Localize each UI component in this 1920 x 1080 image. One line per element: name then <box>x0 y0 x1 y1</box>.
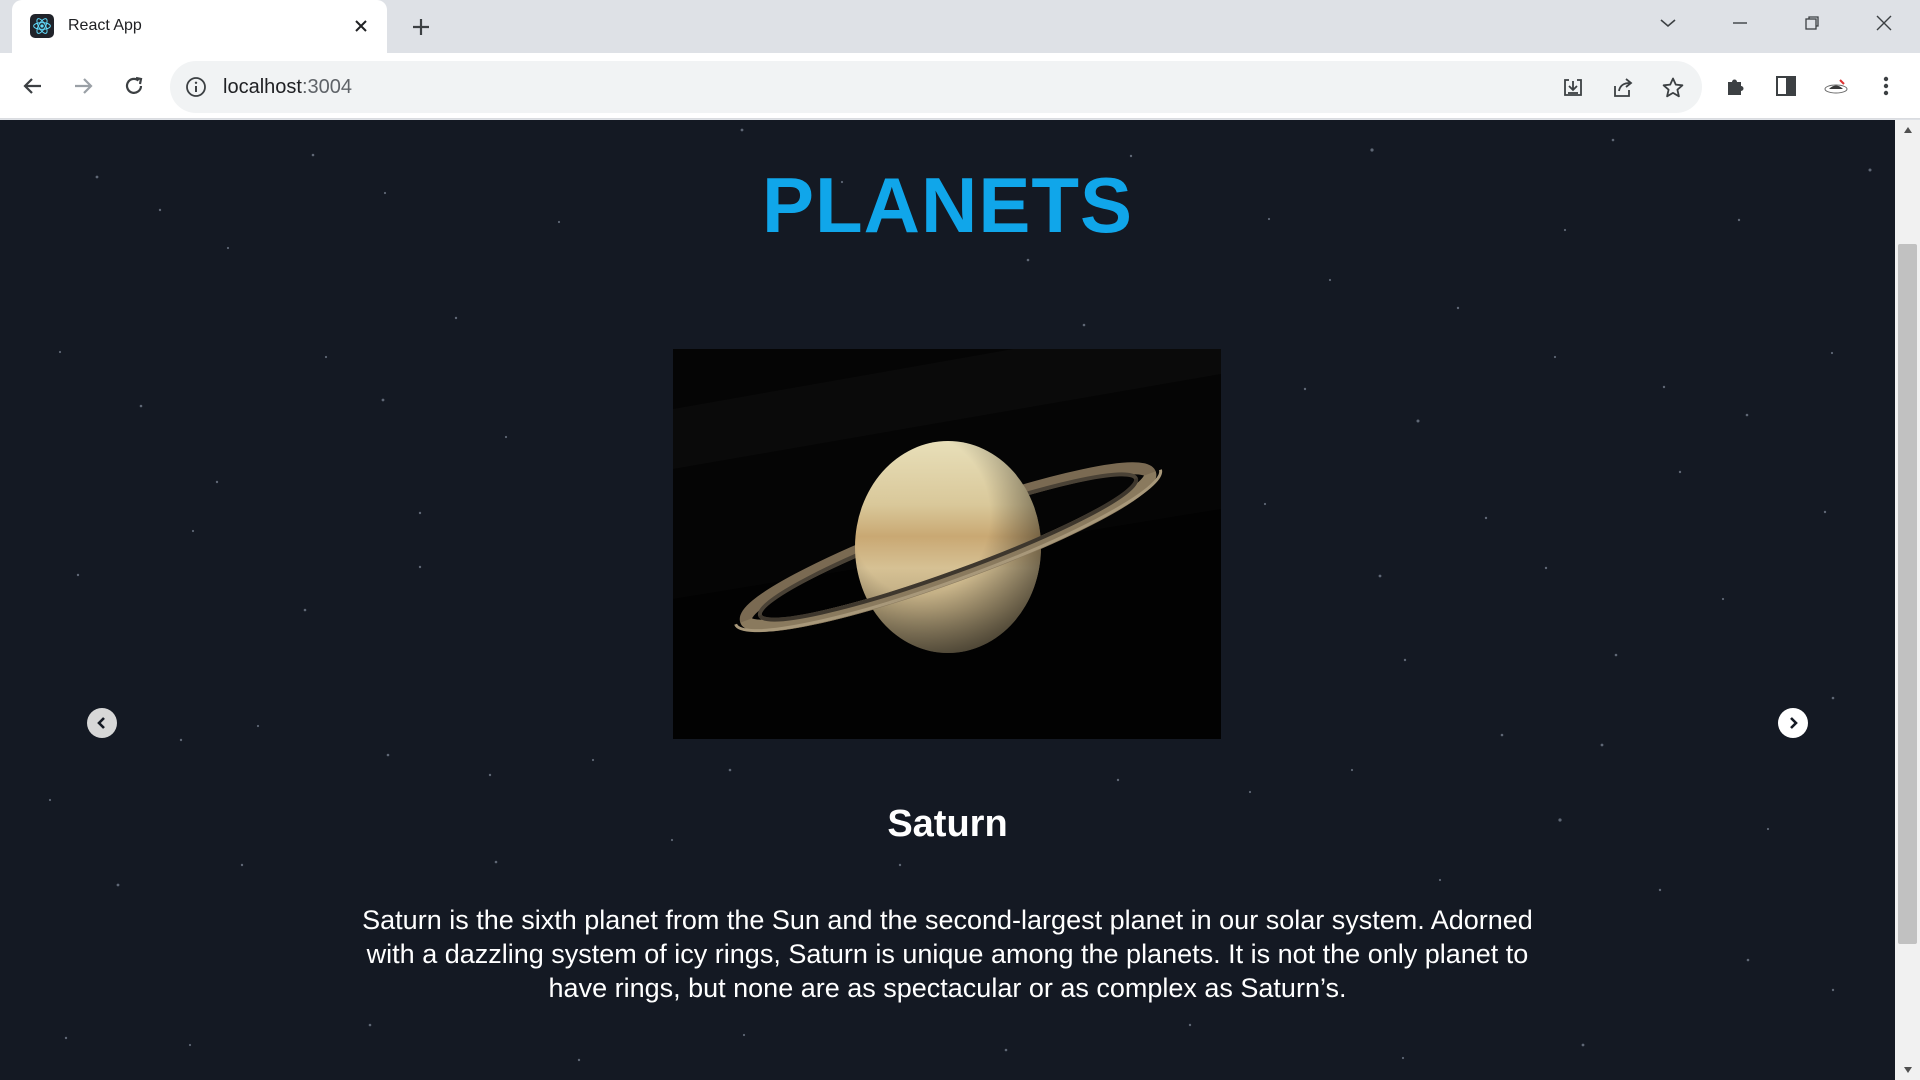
install-icon[interactable] <box>1558 73 1588 103</box>
profile-avatar-icon[interactable] <box>1819 69 1853 103</box>
scrollbar[interactable] <box>1895 120 1920 1080</box>
reload-icon[interactable] <box>115 67 153 105</box>
side-panel-icon[interactable] <box>1769 69 1803 103</box>
plus-icon[interactable] <box>406 12 436 42</box>
info-icon[interactable] <box>184 75 208 99</box>
url-port: :3004 <box>301 76 352 98</box>
url-text[interactable]: localhost:3004 <box>223 76 352 99</box>
address-bar[interactable]: localhost:3004 <box>170 61 1702 113</box>
browser-toolbar: localhost:3004 <box>0 53 1920 119</box>
planet-description: Saturn is the sixth planet from the Sun … <box>362 905 1533 1003</box>
scroll-up-arrow-icon[interactable] <box>1895 120 1920 140</box>
saturn-image <box>673 349 1221 739</box>
scrollbar-thumb[interactable] <box>1898 244 1917 944</box>
page-title: PLANETS <box>761 161 1134 249</box>
planet-name: Saturn <box>887 803 1008 845</box>
arrow-right-icon[interactable] <box>64 67 102 105</box>
tab-strip: React App <box>0 0 1920 53</box>
chevron-down-icon[interactable] <box>1648 8 1688 38</box>
scroll-down-arrow-icon[interactable] <box>1895 1060 1920 1080</box>
react-logo-icon <box>30 14 54 38</box>
share-icon[interactable] <box>1608 73 1638 103</box>
chevron-right-circle-icon[interactable] <box>1778 708 1808 738</box>
minimize-icon[interactable] <box>1720 8 1760 38</box>
close-icon[interactable] <box>1864 8 1904 38</box>
browser-tab[interactable]: React App <box>12 0 387 53</box>
restore-icon[interactable] <box>1792 8 1832 38</box>
arrow-left-icon[interactable] <box>14 67 52 105</box>
extensions-puzzle-icon[interactable] <box>1719 69 1753 103</box>
kebab-menu-icon[interactable] <box>1869 69 1903 103</box>
close-icon[interactable] <box>349 14 373 38</box>
chevron-left-circle-icon[interactable] <box>87 708 117 738</box>
page-viewport: PLANETS Saturn Saturn is the sixth plane… <box>0 120 1895 1080</box>
url-host: localhost <box>223 76 302 98</box>
tab-title: React App <box>68 17 142 34</box>
bookmark-star-icon[interactable] <box>1658 73 1688 103</box>
